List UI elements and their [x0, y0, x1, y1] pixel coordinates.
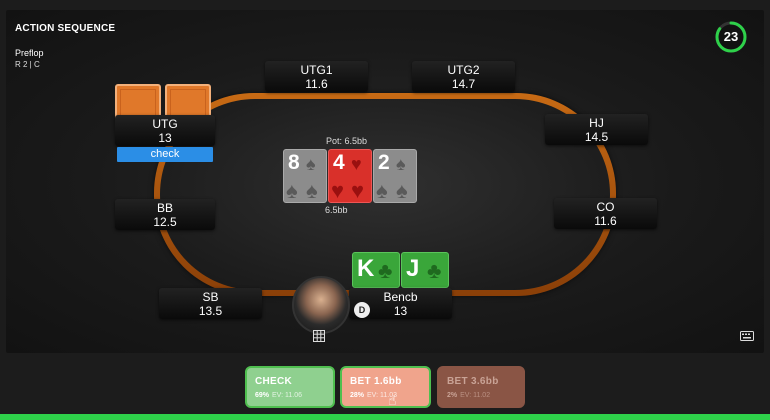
- keyboard-icon[interactable]: [740, 331, 754, 341]
- seat-stack: 14.5: [584, 130, 609, 144]
- timer-value: 23: [723, 29, 739, 44]
- seat-name: UTG1: [300, 63, 333, 77]
- spade-icon: ♠: [376, 178, 388, 203]
- mouse-cursor-icon: ☝: [388, 392, 397, 408]
- spade-icon: ♠: [306, 154, 316, 174]
- action-frequency: 28%: [350, 392, 365, 399]
- card-rank: 4: [333, 151, 345, 174]
- seat-bb[interactable]: BB 12.5: [115, 199, 215, 230]
- seat-name: UTG2: [447, 63, 480, 77]
- board-card: 2 ♠ ♠ ♠: [373, 149, 417, 203]
- board-card: 8 ♠ ♠ ♠: [283, 149, 327, 203]
- seat-name: BB: [156, 201, 173, 215]
- check-button[interactable]: CHECK 69% EV: 11.06: [245, 366, 335, 408]
- pot-label: Pot: 6.5bb: [326, 136, 368, 146]
- club-icon: ♣: [378, 258, 393, 283]
- dealer-button: D: [354, 302, 370, 318]
- seat-name: HJ: [589, 116, 604, 130]
- action-stats: 69% EV: 11.06: [255, 392, 325, 399]
- seat-hj[interactable]: HJ 14.5: [545, 114, 648, 145]
- grid-icon[interactable]: [313, 330, 325, 342]
- bottom-progress-bar: [0, 414, 770, 420]
- timer: 23: [714, 20, 748, 54]
- seat-stack: 11.6: [594, 214, 617, 228]
- seat-stack: 13.5: [198, 304, 223, 318]
- bet-small-button[interactable]: BET 1.6bb 28% EV: 11.03: [340, 366, 431, 408]
- action-ev: EV: 11.02: [460, 392, 491, 399]
- action-label: BET 3.6bb: [447, 376, 499, 387]
- spade-icon: ♠: [286, 178, 298, 203]
- action-ev: EV: 11.06: [272, 392, 302, 399]
- seat-name: SB: [202, 290, 219, 304]
- action-stats: 2% EV: 11.02: [447, 392, 515, 399]
- seat-stack: 12.5: [153, 215, 177, 229]
- heart-icon: ♥: [331, 178, 345, 203]
- hero-card: J ♣: [401, 252, 449, 288]
- spade-icon: ♠: [396, 178, 408, 203]
- seat-name: UTG: [152, 117, 178, 131]
- utg-action-badge: check: [117, 147, 213, 162]
- action-label: CHECK: [255, 376, 293, 387]
- bet-big-button[interactable]: BET 3.6bb 2% EV: 11.02: [437, 366, 525, 408]
- spade-icon: ♠: [396, 154, 406, 174]
- hero-card: K ♣: [352, 252, 400, 288]
- seat-co[interactable]: CO 11.6: [554, 198, 657, 229]
- board-card: 4 ♥ ♥ ♥: [328, 149, 372, 203]
- action-stats: 28% EV: 11.03: [350, 392, 421, 399]
- seat-utg[interactable]: UTG 13: [115, 115, 215, 146]
- heart-icon: ♥: [351, 154, 362, 174]
- seat-utg2[interactable]: UTG2 14.7: [412, 61, 515, 92]
- seat-stack: 11.6: [305, 77, 328, 91]
- bets-label: 6.5bb: [325, 205, 348, 215]
- spade-icon: ♠: [306, 178, 318, 203]
- action-line: R 2 | C: [15, 60, 40, 69]
- heart-icon: ♥: [351, 178, 365, 203]
- game-area: ACTION SEQUENCE Preflop R 2 | C 23 UTG1 …: [6, 10, 764, 353]
- street-label: Preflop: [15, 48, 44, 58]
- card-rank: 8: [288, 151, 300, 174]
- card-rank: K: [357, 255, 375, 282]
- card-rank: J: [406, 255, 420, 282]
- action-frequency: 69%: [255, 392, 270, 399]
- seat-name: CO: [596, 200, 615, 214]
- avatar: [292, 276, 350, 334]
- seat-sb[interactable]: SB 13.5: [159, 288, 262, 319]
- card-rank: 2: [378, 151, 390, 174]
- action-label: BET 1.6bb: [350, 376, 402, 387]
- seat-stack: 13: [158, 131, 172, 145]
- action-sequence-title: ACTION SEQUENCE: [15, 23, 116, 34]
- action-frequency: 2%: [447, 392, 458, 399]
- seat-stack: 14.7: [451, 77, 476, 91]
- seat-utg1[interactable]: UTG1 11.6: [265, 61, 368, 92]
- club-icon: ♣: [427, 258, 442, 283]
